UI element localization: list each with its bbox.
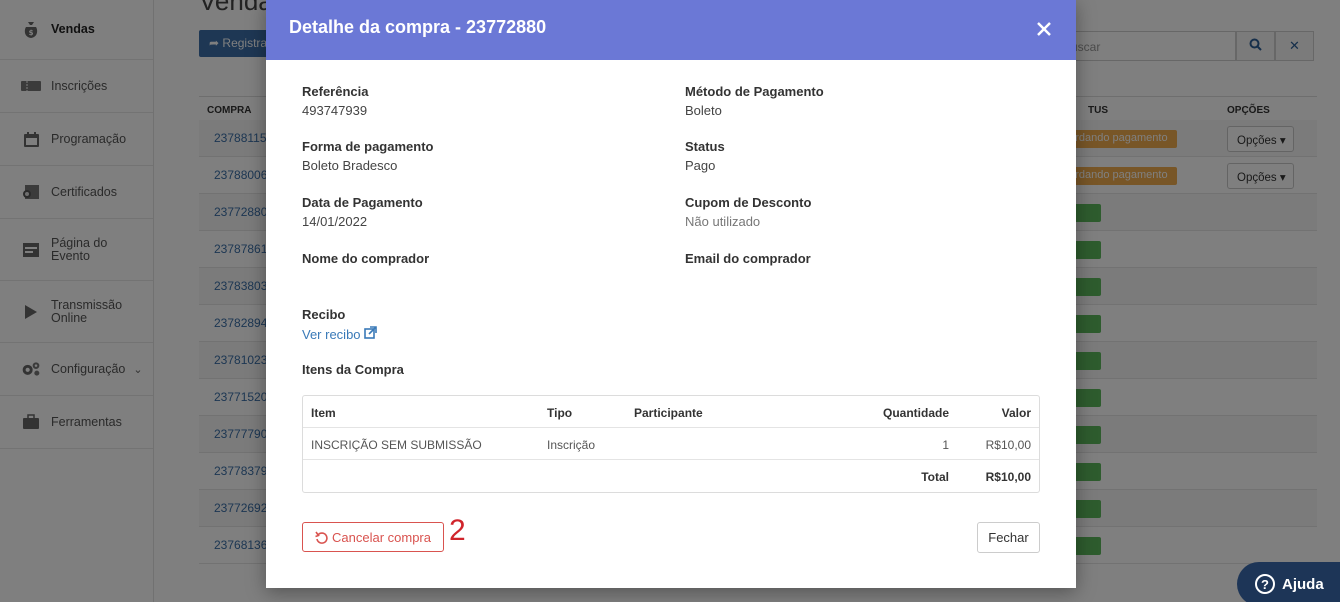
col-item: Item xyxy=(311,406,336,420)
close-button[interactable]: Fechar xyxy=(977,522,1040,553)
field-label: Forma de pagamento xyxy=(302,139,434,154)
table-row: INSCRIÇÃO SEM SUBMISSÃO Inscrição 1 R$10… xyxy=(303,428,1039,460)
link-label: Ver recibo xyxy=(302,326,361,342)
field-value: Pago xyxy=(685,158,716,173)
help-button[interactable]: ? Ajuda xyxy=(1237,562,1340,602)
table-total-row: Total R$10,00 xyxy=(303,460,1039,492)
field-label: Cupom de Desconto xyxy=(685,195,812,210)
field-forma-pagamento: Forma de pagamento Boleto Bradesco xyxy=(302,139,433,173)
field-referencia: Referência 493747939 xyxy=(302,84,368,118)
field-label: Email do comprador xyxy=(685,251,811,266)
undo-icon xyxy=(315,531,328,544)
cancel-label: Cancelar compra xyxy=(332,529,431,545)
cell-quantidade: 1 xyxy=(942,438,949,452)
col-valor: Valor xyxy=(1001,406,1031,420)
help-label: Ajuda xyxy=(1282,575,1324,593)
question-icon: ? xyxy=(1255,574,1275,594)
field-label: Referência xyxy=(302,84,369,99)
purchase-detail-modal: Detalhe da compra - 23772880 Referência … xyxy=(266,0,1076,588)
field-value: Boleto xyxy=(685,103,722,118)
field-label: Recibo xyxy=(302,307,346,322)
modal-header: Detalhe da compra - 23772880 xyxy=(266,0,1076,60)
field-value: Não utilizado xyxy=(685,214,761,229)
annotation-marker: 2 xyxy=(449,514,466,547)
field-status: Status Pago xyxy=(685,139,725,173)
col-tipo: Tipo xyxy=(547,406,573,420)
field-label: Status xyxy=(685,139,725,154)
field-data-pagamento: Data de Pagamento 14/01/2022 xyxy=(302,195,423,229)
col-participante: Participante xyxy=(634,406,703,420)
field-value: Boleto Bradesco xyxy=(302,158,398,173)
field-value: 14/01/2022 xyxy=(302,214,368,229)
cell-valor: R$10,00 xyxy=(985,438,1031,452)
cell-tipo: Inscrição xyxy=(547,438,596,452)
cell-item: INSCRIÇÃO SEM SUBMISSÃO xyxy=(311,438,482,452)
col-quantidade: Quantidade xyxy=(882,406,949,420)
close-icon[interactable] xyxy=(1032,17,1056,41)
view-receipt-link[interactable]: Ver recibo xyxy=(302,326,377,342)
external-link-icon xyxy=(363,326,377,342)
items-section-title: Itens da Compra xyxy=(302,362,404,377)
cancel-purchase-button[interactable]: Cancelar compra xyxy=(302,522,444,552)
table-header-row: Item Tipo Participante Quantidade Valor xyxy=(303,396,1039,428)
field-metodo-pagamento: Método de Pagamento Boleto xyxy=(685,84,824,118)
section-title: Itens da Compra xyxy=(302,362,404,377)
modal-title: Detalhe da compra - 23772880 xyxy=(289,17,547,37)
items-table: Item Tipo Participante Quantidade Valor … xyxy=(302,395,1040,493)
field-label: Data de Pagamento xyxy=(302,195,423,210)
total-value: R$10,00 xyxy=(985,470,1031,484)
total-label: Total xyxy=(921,470,949,484)
field-recibo: Recibo Ver recibo xyxy=(302,307,377,342)
field-email-comprador: Email do comprador xyxy=(685,251,811,266)
field-nome-comprador: Nome do comprador xyxy=(302,251,429,266)
field-label: Método de Pagamento xyxy=(685,84,824,99)
field-value: 493747939 xyxy=(302,103,368,118)
field-cupom: Cupom de Desconto Não utilizado xyxy=(685,195,811,229)
field-label: Nome do comprador xyxy=(302,251,430,266)
